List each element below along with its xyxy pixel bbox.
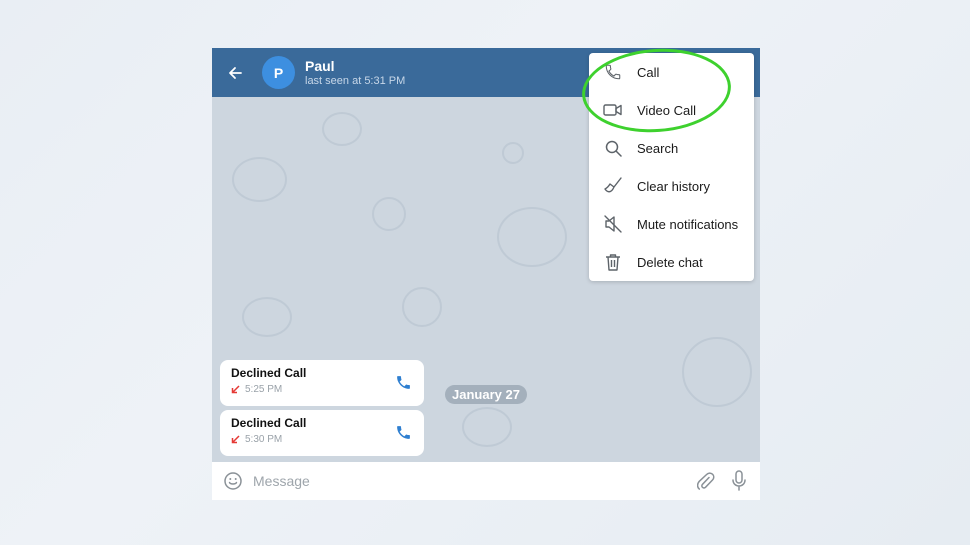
- microphone-icon: [732, 470, 746, 491]
- background-doodle: [497, 207, 567, 267]
- emoji-button[interactable]: [223, 471, 243, 491]
- background-doodle: [682, 337, 752, 407]
- menu-item-search[interactable]: Search: [589, 129, 754, 167]
- menu-item-label: Mute notifications: [637, 216, 739, 232]
- call-status: Declined Call: [231, 366, 307, 380]
- declined-arrow-icon: [231, 435, 240, 444]
- menu-item-video-call[interactable]: Video Call: [589, 91, 754, 129]
- emoji-icon: [224, 472, 242, 490]
- menu-item-label: Search: [637, 140, 679, 156]
- voice-message-button[interactable]: [731, 470, 747, 492]
- search-icon: [603, 138, 623, 158]
- broom-icon: [603, 176, 623, 196]
- declined-arrow-icon: [231, 385, 240, 394]
- avatar[interactable]: P: [262, 56, 295, 89]
- background-doodle: [242, 297, 292, 337]
- call-back-icon[interactable]: [395, 424, 412, 441]
- message-bubble[interactable]: Declined Call 5:25 PM: [220, 360, 424, 406]
- chat-options-menu: Call Video Call Search Clear history Mut…: [589, 53, 754, 281]
- call-back-icon[interactable]: [395, 374, 412, 391]
- video-camera-icon: [603, 100, 623, 120]
- last-seen-status: last seen at 5:31 PM: [305, 74, 406, 87]
- back-button[interactable]: [224, 62, 246, 84]
- mute-icon: [603, 214, 623, 234]
- menu-item-delete-chat[interactable]: Delete chat: [589, 243, 754, 281]
- menu-item-label: Delete chat: [637, 254, 703, 270]
- menu-item-call[interactable]: Call: [589, 53, 754, 91]
- message-bubble[interactable]: Declined Call 5:30 PM: [220, 410, 424, 456]
- background-doodle: [372, 197, 406, 231]
- menu-item-mute-notifications[interactable]: Mute notifications: [589, 205, 754, 243]
- menu-item-label: Clear history: [637, 178, 710, 194]
- contact-info[interactable]: Paul last seen at 5:31 PM: [305, 58, 405, 88]
- message-input-bar: [212, 462, 760, 500]
- attach-button[interactable]: [697, 471, 715, 491]
- arrow-left-icon: [229, 66, 242, 79]
- background-doodle: [462, 407, 512, 447]
- message-time: 5:25 PM: [245, 384, 283, 395]
- background-doodle: [402, 287, 442, 327]
- phone-icon: [603, 62, 623, 82]
- menu-item-label: Video Call: [637, 102, 697, 118]
- background-doodle: [232, 157, 287, 202]
- contact-name: Paul: [305, 57, 335, 74]
- message-time: 5:30 PM: [245, 434, 283, 445]
- menu-item-label: Call: [637, 64, 660, 80]
- message-input[interactable]: [253, 473, 697, 489]
- background-doodle: [322, 112, 362, 146]
- date-separator: January 27: [445, 385, 527, 404]
- background-doodle: [502, 142, 524, 164]
- menu-item-clear-history[interactable]: Clear history: [589, 167, 754, 205]
- trash-icon: [603, 252, 623, 272]
- call-status: Declined Call: [231, 416, 307, 430]
- paperclip-icon: [697, 472, 715, 490]
